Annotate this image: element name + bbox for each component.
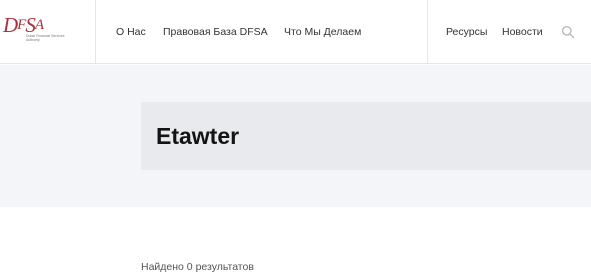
- nav-what-we-do[interactable]: Что Мы Делаем: [284, 26, 361, 38]
- results-summary: Найдено 0 результатов: [141, 261, 254, 273]
- nav-divider: [427, 0, 428, 64]
- site-header: DFSA Dubai Financial Services Authority …: [0, 0, 591, 64]
- nav-news[interactable]: Новости: [502, 26, 543, 38]
- search-icon[interactable]: [561, 25, 575, 39]
- logo-subtitle: Dubai Financial Services Authority: [26, 34, 65, 42]
- nav-resources[interactable]: Ресурсы: [446, 26, 487, 38]
- logo-mark: DFSA: [3, 13, 44, 37]
- hero-banner: Etawter: [0, 65, 591, 207]
- nav-about[interactable]: О Нас: [116, 26, 146, 38]
- logo[interactable]: DFSA Dubai Financial Services Authority: [0, 0, 96, 64]
- page-title: Etawter: [156, 123, 240, 149]
- nav-legal-base[interactable]: Правовая База DFSA: [163, 26, 268, 38]
- title-box: Etawter: [141, 102, 591, 170]
